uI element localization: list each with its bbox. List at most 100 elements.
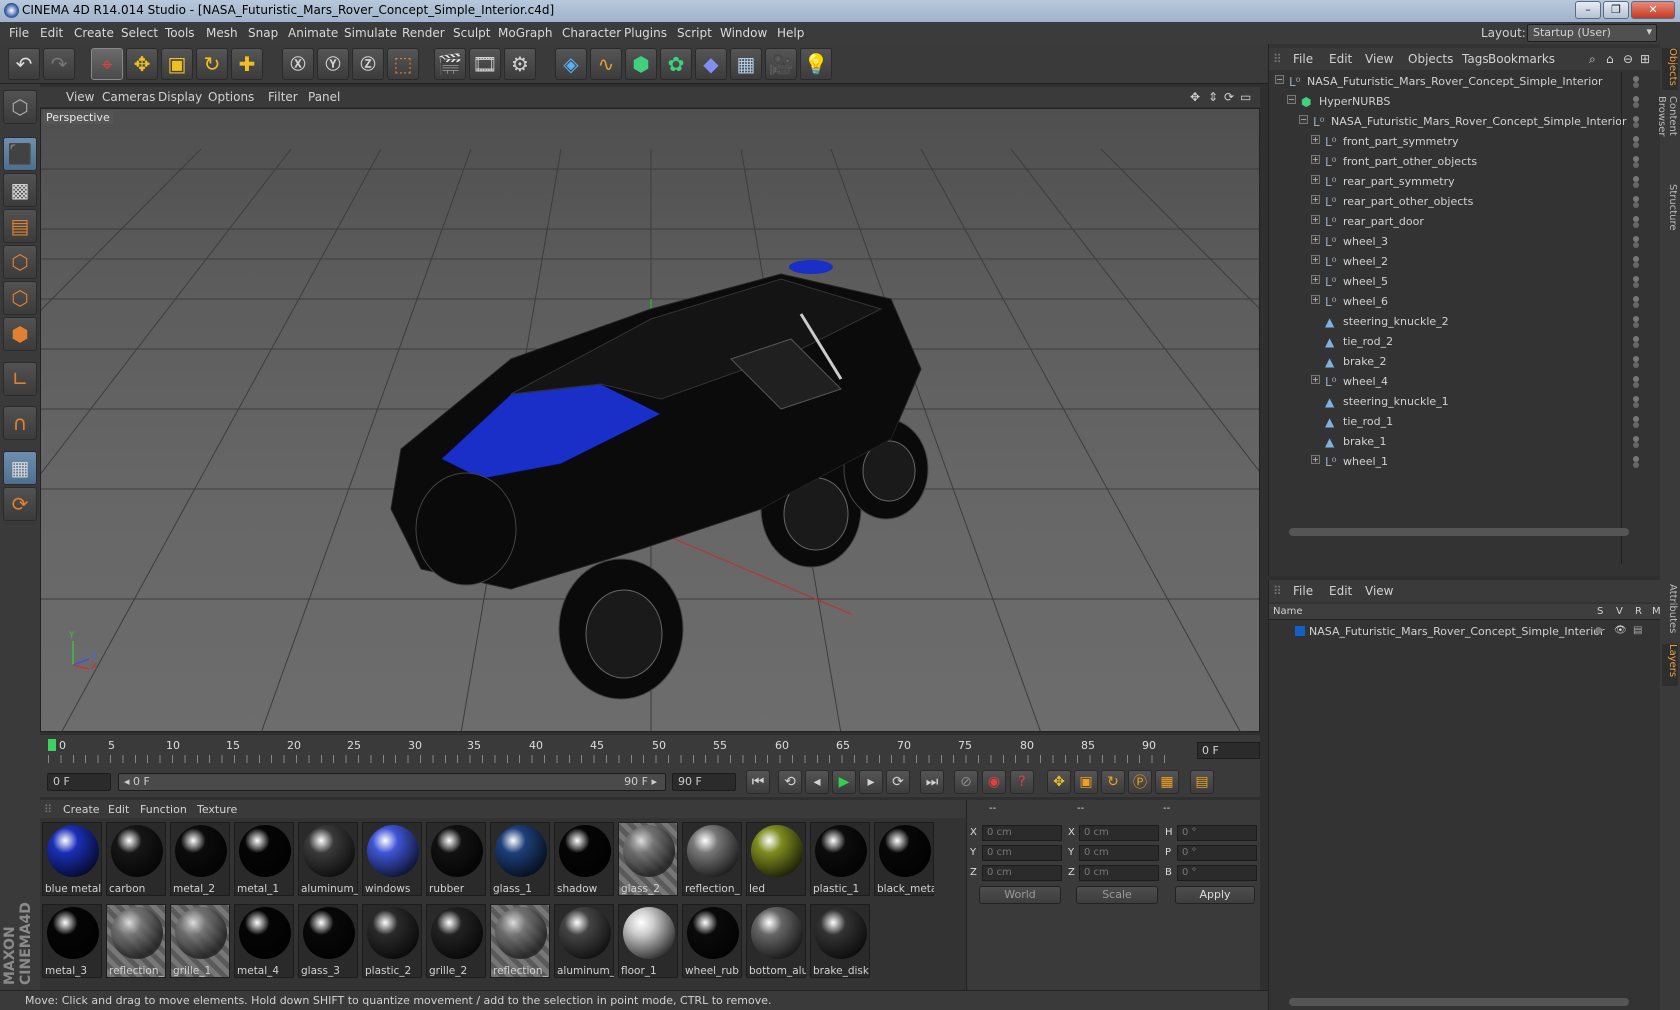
material-swatch[interactable]: glass_2 (618, 822, 678, 896)
rotation-b-field[interactable]: 0 ° (1177, 865, 1257, 881)
expand-icon[interactable]: + (1311, 375, 1320, 384)
viewport-rotate-icon[interactable]: ⟳ (1224, 90, 1234, 104)
object-tree-row[interactable]: + L⁰ wheel_5 (1269, 272, 1661, 292)
make-editable-icon[interactable]: ⬡ (3, 90, 37, 124)
menu-snap[interactable]: Snap (248, 26, 278, 40)
menu-file[interactable]: File (9, 26, 29, 40)
viewport-menu-filter[interactable]: Filter (268, 90, 298, 104)
layer-row[interactable]: NASA_Futuristic_Mars_Rover_Concept_Simpl… (1269, 622, 1661, 642)
polygons-mode-icon[interactable]: ⬢ (3, 317, 37, 351)
close-button[interactable]: ✕ (1631, 1, 1675, 19)
object-tree-row[interactable]: + L⁰ front_part_other_objects (1269, 152, 1661, 172)
material-swatch[interactable]: floor_1 (618, 904, 678, 978)
material-swatch[interactable]: glass_1 (490, 822, 550, 896)
timeline-window-icon[interactable]: ▤ (1190, 770, 1214, 794)
menu-window[interactable]: Window (720, 26, 767, 40)
material-swatch[interactable]: reflection_ (682, 822, 742, 896)
material-swatch[interactable]: plastic_1 (810, 822, 870, 896)
visibility-dots-icon[interactable] (1633, 256, 1641, 268)
camera-icon[interactable]: 🎥 (765, 48, 797, 80)
end-frame-field[interactable]: 90 F (672, 773, 736, 791)
material-swatch[interactable]: aluminum_ (554, 904, 614, 978)
position-x-field[interactable]: 0 cm (982, 825, 1062, 841)
key-position-icon[interactable]: ✥ (1047, 770, 1071, 794)
render-picture-viewer-icon[interactable]: 🎞 (469, 48, 501, 80)
object-tree-row[interactable]: − ⬢ HyperNURBS (1269, 92, 1661, 112)
play-icon[interactable]: ▶ (832, 770, 856, 794)
size-z-field[interactable]: 0 cm (1079, 865, 1159, 881)
material-swatch[interactable]: grille_2 (426, 904, 486, 978)
object-tree-row[interactable]: − L⁰ NASA_Futuristic_Mars_Rover_Concept_Si… (1269, 112, 1661, 132)
tab-content-browser[interactable]: Content Browser (1656, 96, 1678, 176)
expand-icon[interactable]: + (1311, 455, 1320, 464)
home-icon[interactable]: ⌂ (1606, 52, 1614, 66)
menu-tools[interactable]: Tools (165, 26, 195, 40)
perspective-viewport[interactable]: Perspective Y Z X (40, 108, 1260, 732)
visibility-dots-icon[interactable] (1633, 236, 1641, 248)
menu-simulate[interactable]: Simulate (344, 26, 397, 40)
menu-script[interactable]: Script (677, 26, 712, 40)
menu-edit[interactable]: Edit (40, 26, 63, 40)
scale-icon[interactable]: ▣ (161, 48, 193, 80)
size-y-field[interactable]: 0 cm (1079, 845, 1159, 861)
layer-color-swatch[interactable] (1295, 626, 1305, 636)
expand-icon[interactable]: + (1311, 195, 1320, 204)
panel-layout-icon[interactable]: ⊞ (1640, 52, 1650, 66)
layer-horizontal-scrollbar[interactable] (1289, 998, 1629, 1006)
layer-visibility-eye-icon[interactable]: 👁 (1614, 625, 1627, 636)
rotation-p-field[interactable]: 0 ° (1177, 845, 1257, 861)
position-y-field[interactable]: 0 cm (982, 845, 1062, 861)
visibility-dots-icon[interactable] (1633, 76, 1641, 88)
material-swatch[interactable]: reflection_ (490, 904, 550, 978)
material-swatch[interactable]: metal_3 (42, 904, 102, 978)
layer-menu-edit[interactable]: Edit (1329, 584, 1352, 598)
redo-icon[interactable]: ↷ (43, 48, 75, 80)
timeline-playhead[interactable] (48, 739, 56, 751)
viewport-menu-display[interactable]: Display (158, 90, 202, 104)
x-axis-lock-icon[interactable]: Ⓧ (282, 48, 314, 80)
object-menu-objects[interactable]: Objects (1408, 52, 1453, 66)
object-tree-row[interactable]: + L⁰ wheel_3 (1269, 232, 1661, 252)
material-swatch[interactable]: shadow (554, 822, 614, 896)
light-icon[interactable]: 💡 (800, 48, 832, 80)
previous-key-icon[interactable]: ⟲ (778, 770, 802, 794)
previous-frame-icon[interactable]: ◂ (805, 770, 829, 794)
z-axis-lock-icon[interactable]: Ⓩ (352, 48, 384, 80)
viewport-zoom-icon[interactable]: ⇕ (1208, 90, 1218, 104)
visibility-dots-icon[interactable] (1633, 356, 1641, 368)
size-mode-select[interactable]: Scale (1076, 886, 1158, 904)
minimize-button[interactable]: – (1575, 1, 1601, 19)
collapse-icon[interactable]: − (1275, 75, 1284, 84)
expand-icon[interactable]: + (1311, 155, 1320, 164)
search-icon[interactable]: ⌕ (1589, 52, 1596, 67)
layer-render-icon[interactable]: ▤ (1633, 625, 1642, 636)
render-view-icon[interactable]: 🎬 (434, 48, 466, 80)
viewport-menu-panel[interactable]: Panel (308, 90, 340, 104)
undo-icon[interactable]: ↶ (8, 48, 40, 80)
object-menu-bookmarks[interactable]: Bookmarks (1488, 52, 1555, 66)
object-menu-file[interactable]: File (1293, 52, 1313, 66)
maximize-button[interactable]: ❐ (1603, 1, 1629, 19)
record-keys-icon[interactable]: ⊘ (954, 770, 978, 794)
menu-mograph[interactable]: MoGraph (498, 26, 553, 40)
material-swatch[interactable]: metal_1 (234, 822, 294, 896)
object-menu-tags[interactable]: Tags (1462, 52, 1489, 66)
material-swatch[interactable]: bottom_alu (746, 904, 806, 978)
spline-icon[interactable]: ∿ (590, 48, 622, 80)
material-swatch[interactable]: wheel_rub (682, 904, 742, 978)
layer-menu-file[interactable]: File (1293, 584, 1313, 598)
edges-mode-icon[interactable]: ⬡ (3, 281, 37, 315)
current-frame-field[interactable]: 0 F (1197, 742, 1260, 759)
array-icon[interactable]: ✿ (660, 48, 692, 80)
menu-render[interactable]: Render (402, 26, 445, 40)
viewport-maximize-icon[interactable]: ▭ (1240, 90, 1251, 104)
rotate-icon[interactable]: ↻ (196, 48, 228, 80)
points-mode-icon[interactable]: ⬡ (3, 245, 37, 279)
object-tree-row[interactable]: + L⁰ wheel_1 (1269, 452, 1661, 472)
object-tree-row[interactable]: − L⁰ NASA_Futuristic_Mars_Rover_Concept_Si… (1269, 72, 1661, 92)
menu-animate[interactable]: Animate (288, 26, 338, 40)
autokeying-icon[interactable]: ◉ (982, 770, 1006, 794)
visibility-dots-icon[interactable] (1633, 436, 1641, 448)
menu-sculpt[interactable]: Sculpt (453, 26, 490, 40)
object-tree-row[interactable]: ▲ brake_2 (1269, 352, 1661, 372)
